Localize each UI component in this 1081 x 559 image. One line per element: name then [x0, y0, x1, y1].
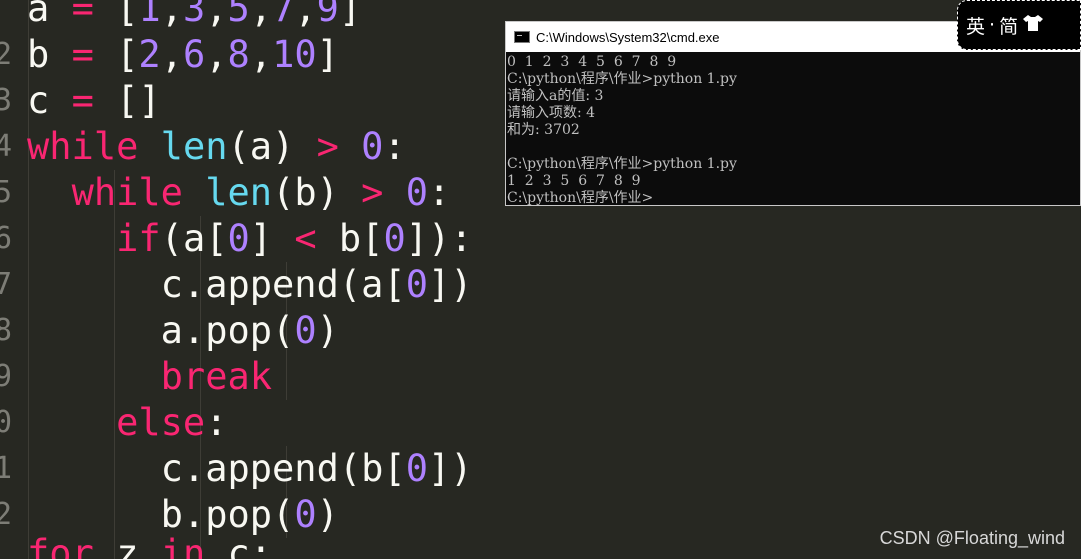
cmd-output[interactable]: 0 1 2 3 4 5 6 7 8 9 C:\python\程序\作业>pyth… [506, 52, 1080, 206]
cmd-line: 请输入a的值: 3 [507, 88, 604, 104]
line-number: 2 [0, 497, 12, 532]
line-number: 8 [0, 313, 12, 348]
line-number: 0 [0, 405, 12, 440]
line-number: 3 [0, 83, 12, 118]
code-line-9[interactable]: break [27, 354, 272, 400]
console-icon [514, 31, 530, 43]
code-line-13[interactable]: for z in c: [27, 531, 272, 559]
code-line-3[interactable]: c = [] [27, 78, 161, 124]
code-line-1[interactable]: a = [1,3,5,7,9] [27, 0, 361, 32]
cmd-line: C:\python\程序\作业> [507, 190, 654, 206]
cmd-line: C:\python\程序\作业>python 1.py [507, 156, 737, 172]
code-line-2[interactable]: b = [2,6,8,10] [27, 32, 339, 78]
line-number: 9 [0, 359, 12, 394]
line-number: 6 [0, 221, 12, 256]
code-line-10[interactable]: else: [27, 400, 227, 446]
line-number: 5 [0, 175, 12, 210]
cmd-title: C:\Windows\System32\cmd.exe [536, 29, 720, 45]
code-line-8[interactable]: a.pop(0) [27, 308, 339, 354]
shirt-icon[interactable] [1022, 13, 1044, 38]
ime-language-toggle[interactable]: 英 [966, 12, 985, 39]
line-number-gutter: 2 3 4 5 6 7 8 9 0 1 2 [0, 0, 14, 559]
code-line-7[interactable]: c.append(a[0]) [27, 262, 473, 308]
cmd-line: 和为: 3702 [507, 122, 580, 138]
ime-separator: · [989, 14, 996, 36]
cmd-line: C:\python\程序\作业>python 1.py [507, 71, 737, 87]
cmd-line: 0 1 2 3 4 5 6 7 8 9 [507, 54, 677, 70]
line-number: 7 [0, 267, 12, 302]
code-line-11[interactable]: c.append(b[0]) [27, 446, 473, 492]
line-number: 1 [0, 451, 12, 486]
code-line-6[interactable]: if(a[0] < b[0]): [27, 216, 472, 262]
code-line-4[interactable]: while len(a) > 0: [27, 124, 406, 170]
ime-toolbar[interactable]: 英 · 简 [957, 0, 1081, 50]
watermark: CSDN @Floating_wind [879, 528, 1065, 548]
cmd-line: 请输入项数: 4 [507, 105, 596, 121]
line-number: 2 [0, 37, 12, 72]
code-line-5[interactable]: while len(b) > 0: [27, 170, 451, 216]
ime-mode-toggle[interactable]: 简 [999, 12, 1018, 39]
cmd-line [507, 139, 1080, 156]
cmd-line: 1 2 3 5 6 7 8 9 [507, 173, 641, 189]
line-number: 4 [0, 129, 12, 164]
